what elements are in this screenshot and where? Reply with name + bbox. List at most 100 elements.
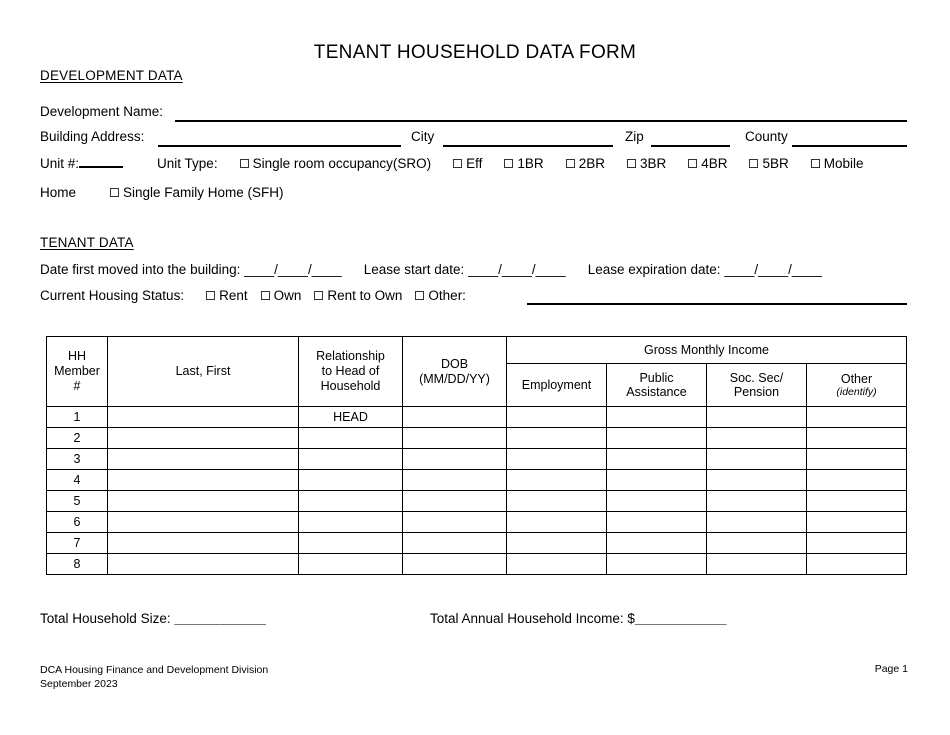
cell-soc-sec-pension[interactable] [706, 427, 807, 449]
cell-other[interactable] [806, 511, 907, 533]
cell-dob[interactable] [402, 427, 507, 449]
cell-employment[interactable] [506, 553, 607, 575]
cell-name[interactable] [107, 448, 299, 470]
checkbox-mobile-home[interactable] [810, 159, 820, 168]
checkbox-4br[interactable] [688, 159, 698, 168]
cell-hh-member-number: 8 [46, 553, 108, 575]
cell-other[interactable] [806, 490, 907, 512]
cell-relationship[interactable] [298, 490, 403, 512]
cell-name[interactable] [107, 469, 299, 491]
cell-public-assistance[interactable] [606, 553, 707, 575]
lease-expiration-field[interactable]: ____/____/____ [724, 262, 822, 277]
housing-status-label: Current Housing Status: [40, 288, 185, 303]
cell-employment[interactable] [506, 406, 607, 428]
relationship-line-1: Relationship [316, 349, 385, 363]
checkbox-sro[interactable] [239, 159, 249, 168]
cell-public-assistance[interactable] [606, 406, 707, 428]
cell-employment[interactable] [506, 511, 607, 533]
lease-start-label: Lease start date: [363, 262, 465, 277]
cell-name[interactable] [107, 511, 299, 533]
cell-soc-sec-pension[interactable] [706, 490, 807, 512]
date-moved-in-label: Date first moved into the building: [40, 262, 241, 277]
county-field[interactable] [792, 145, 907, 147]
development-name-field[interactable] [175, 120, 907, 122]
total-annual-income-field[interactable]: _____________ [635, 611, 727, 626]
footer-date: September 2023 [40, 678, 118, 690]
cell-soc-sec-pension[interactable] [706, 469, 807, 491]
cell-relationship[interactable] [298, 511, 403, 533]
cell-name[interactable] [107, 532, 299, 554]
cell-name[interactable] [107, 490, 299, 512]
cell-dob[interactable] [402, 490, 507, 512]
cell-relationship[interactable] [298, 469, 403, 491]
checkbox-rent-to-own[interactable] [314, 291, 324, 300]
cell-public-assistance[interactable] [606, 490, 707, 512]
housing-status-other-field[interactable] [527, 303, 907, 305]
table-row: 5 [46, 490, 907, 512]
date-moved-in-field[interactable]: ____/____/____ [244, 262, 342, 277]
household-members-table: HH Member # Last, First Relationship to … [46, 336, 907, 575]
cell-other[interactable] [806, 469, 907, 491]
checkbox-rent[interactable] [206, 291, 216, 300]
cell-relationship[interactable] [298, 448, 403, 470]
cell-relationship[interactable] [298, 427, 403, 449]
cell-employment[interactable] [506, 532, 607, 554]
cell-employment[interactable] [506, 448, 607, 470]
cell-dob[interactable] [402, 511, 507, 533]
cell-dob[interactable] [402, 469, 507, 491]
checkbox-1br[interactable] [504, 159, 514, 168]
cell-name[interactable] [107, 406, 299, 428]
soc-sec-line-1: Soc. Sec/ [729, 371, 784, 385]
cell-public-assistance[interactable] [606, 427, 707, 449]
checkbox-5br[interactable] [749, 159, 759, 168]
unit-number-field[interactable] [79, 166, 124, 168]
cell-public-assistance[interactable] [606, 469, 707, 491]
cell-employment[interactable] [506, 469, 607, 491]
table-row: 1 HEAD [46, 406, 907, 428]
building-address-field[interactable] [158, 145, 401, 147]
cell-name[interactable] [107, 553, 299, 575]
total-household-size-field[interactable]: _____________ [174, 611, 266, 626]
cell-dob[interactable] [402, 406, 507, 428]
checkbox-2br[interactable] [565, 159, 575, 168]
cell-hh-member-number: 2 [46, 427, 108, 449]
column-header-gross-monthly-income: Gross Monthly Income [506, 336, 907, 364]
cell-public-assistance[interactable] [606, 448, 707, 470]
cell-other[interactable] [806, 553, 907, 575]
cell-relationship[interactable] [298, 553, 403, 575]
cell-other[interactable] [806, 427, 907, 449]
cell-name[interactable] [107, 427, 299, 449]
cell-dob[interactable] [402, 532, 507, 554]
cell-other[interactable] [806, 406, 907, 428]
cell-soc-sec-pension[interactable] [706, 511, 807, 533]
cell-other[interactable] [806, 448, 907, 470]
section-heading-development-data: DEVELOPMENT DATA [40, 68, 183, 83]
cell-public-assistance[interactable] [606, 532, 707, 554]
city-field[interactable] [443, 145, 613, 147]
cell-relationship[interactable]: HEAD [298, 406, 403, 428]
checkbox-single-family-home[interactable] [110, 188, 120, 197]
zip-field[interactable] [651, 145, 730, 147]
table-row: 2 [46, 427, 907, 449]
cell-soc-sec-pension[interactable] [706, 553, 807, 575]
cell-dob[interactable] [402, 553, 507, 575]
checkbox-own[interactable] [260, 291, 270, 300]
cell-dob[interactable] [402, 448, 507, 470]
cell-employment[interactable] [506, 490, 607, 512]
lease-dates-row: Date first moved into the building: ____… [40, 261, 822, 279]
cell-public-assistance[interactable] [606, 511, 707, 533]
checkbox-3br[interactable] [626, 159, 636, 168]
cell-soc-sec-pension[interactable] [706, 448, 807, 470]
cell-hh-member-number: 3 [46, 448, 108, 470]
checkbox-eff[interactable] [453, 159, 463, 168]
cell-soc-sec-pension[interactable] [706, 406, 807, 428]
cell-soc-sec-pension[interactable] [706, 532, 807, 554]
cell-relationship[interactable] [298, 532, 403, 554]
footer-organization: DCA Housing Finance and Development Divi… [40, 664, 269, 676]
checkbox-housing-status-other[interactable] [415, 291, 425, 300]
cell-other[interactable] [806, 532, 907, 554]
table-row: 4 [46, 469, 907, 491]
cell-employment[interactable] [506, 427, 607, 449]
lease-start-field[interactable]: ____/____/____ [468, 262, 566, 277]
relationship-line-3: Household [320, 379, 381, 393]
